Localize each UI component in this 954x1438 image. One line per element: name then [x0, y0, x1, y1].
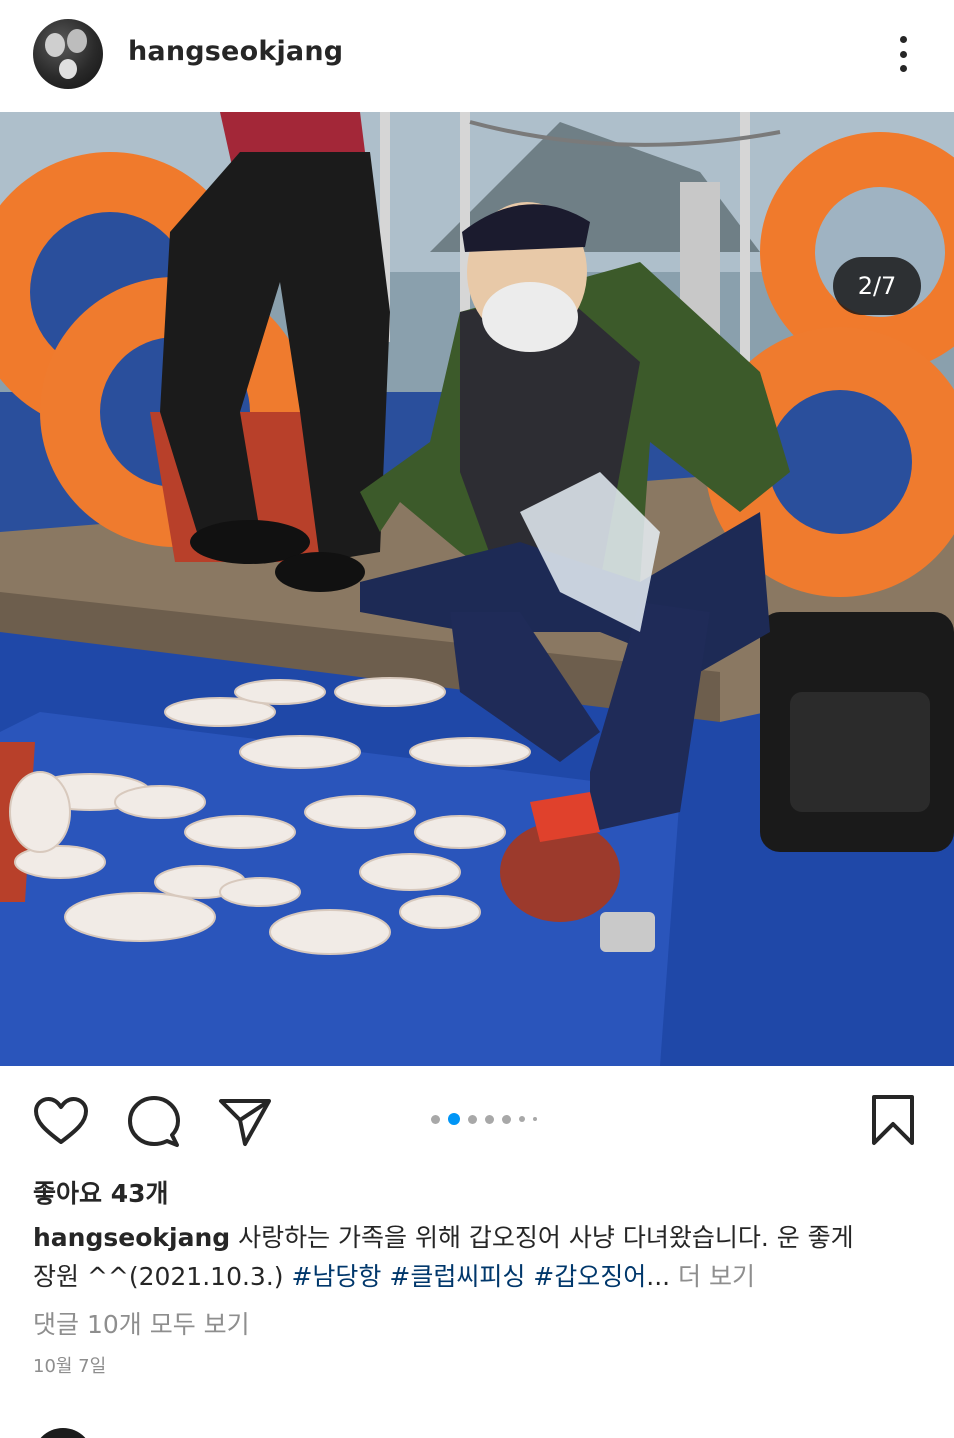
comment-bubble-icon[interactable] [127, 1095, 181, 1149]
post-header: hangseokjang [0, 0, 954, 112]
bookmark-icon[interactable] [870, 1094, 916, 1146]
profile-avatar[interactable] [33, 19, 103, 89]
caption-username[interactable]: hangseokjang [33, 1223, 230, 1252]
hashtag-link[interactable]: #갑오징어 [533, 1262, 646, 1291]
carousel-dot [468, 1114, 477, 1124]
view-all-comments-link[interactable]: 댓글 10개 모두 보기 [33, 1305, 250, 1341]
image-counter-badge: 2/7 [833, 257, 921, 315]
carousel-dot [519, 1116, 525, 1122]
next-post-avatar[interactable] [33, 1428, 93, 1438]
carousel-dot [502, 1114, 511, 1124]
carousel-dot [533, 1117, 537, 1121]
more-vertical-icon [899, 36, 907, 43]
more-link[interactable]: 더 보기 [670, 1262, 755, 1291]
heart-icon[interactable] [33, 1096, 89, 1146]
caption-text: 장원 ^^(2021.10.3.) [33, 1262, 292, 1291]
paper-plane-icon[interactable] [218, 1097, 272, 1147]
post-date: 10월 7일 [33, 1356, 107, 1377]
likes-count[interactable]: 좋아요 43개 [33, 1174, 169, 1210]
action-bar [0, 1066, 954, 1170]
fishing-photo [0, 112, 954, 1066]
avatar-person [45, 33, 65, 57]
more-options-button[interactable] [885, 30, 921, 78]
post-caption: hangseokjang 사랑하는 가족을 위해 갑오징어 사냥 다녀왔습니다.… [33, 1218, 923, 1296]
carousel-dot-active [448, 1113, 460, 1125]
caption-ellipsis: ... [646, 1262, 671, 1291]
hashtag-link[interactable]: #클럽씨피싱 [389, 1262, 525, 1291]
avatar-person [67, 29, 87, 53]
carousel-indicator [431, 1113, 537, 1125]
post-username[interactable]: hangseokjang [128, 36, 343, 67]
carousel-dot [485, 1114, 494, 1124]
post-photo[interactable]: 2/7 [0, 112, 954, 1066]
avatar-person [59, 59, 77, 79]
carousel-dot [431, 1114, 440, 1124]
caption-text: 사랑하는 가족을 위해 갑오징어 사냥 다녀왔습니다. 운 좋게 [230, 1223, 854, 1252]
hashtag-link[interactable]: #남당항 [291, 1262, 381, 1291]
